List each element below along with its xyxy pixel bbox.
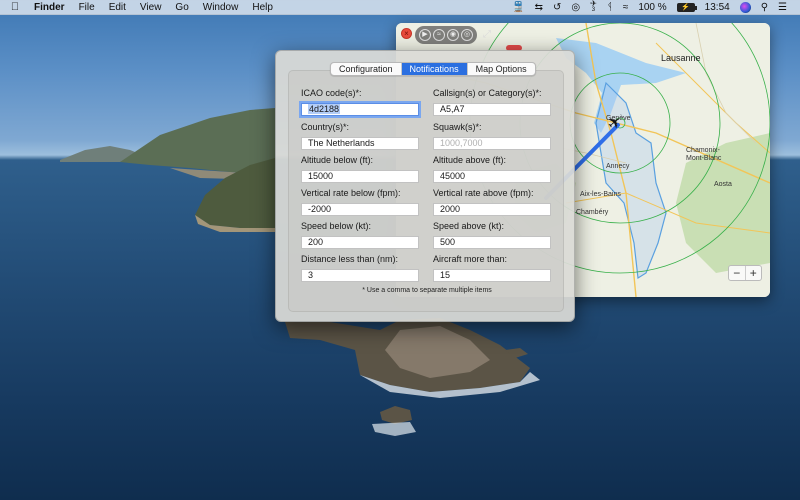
clock[interactable]: 13:54 bbox=[705, 0, 730, 15]
map-label-lausanne: Lausanne bbox=[661, 53, 701, 63]
flight-tracker-icon[interactable]: ✈ 3 bbox=[590, 0, 597, 14]
sync-icon[interactable]: ◎ bbox=[571, 0, 580, 15]
train-icon[interactable]: 🚆 bbox=[512, 0, 524, 15]
aircraft-count-input[interactable]: 15 bbox=[433, 269, 551, 282]
zoom-in-button[interactable]: + bbox=[746, 266, 762, 280]
notifications-form: ICAO code(s)*: 4d2188 Callsign(s) or Cat… bbox=[288, 70, 564, 312]
altitude-below-label: Altitude below (ft): bbox=[301, 155, 374, 165]
speed-above-label: Speed above (kt): bbox=[433, 221, 505, 231]
map-label-chamonix: Chamonix- Mont-Blanc bbox=[686, 147, 722, 162]
aircraft-count-label: Aircraft more than: bbox=[433, 254, 508, 264]
globe-icon[interactable]: ◎ bbox=[461, 29, 473, 41]
zoom-out-button[interactable]: − bbox=[729, 266, 746, 280]
menu-file[interactable]: File bbox=[73, 0, 103, 15]
apple-logo-icon[interactable]:  bbox=[0, 1, 30, 13]
spotlight-search-icon[interactable]: ⚲ bbox=[761, 0, 768, 15]
map-toolbar: ▶ ≈ ◉ ◎ bbox=[415, 26, 477, 44]
siri-icon[interactable] bbox=[739, 1, 751, 13]
country-label: Country(s)*: bbox=[301, 122, 350, 132]
tab-configuration[interactable]: Configuration bbox=[331, 63, 402, 75]
menu-window[interactable]: Window bbox=[197, 0, 247, 15]
flight-count-badge: 3 bbox=[591, 7, 596, 13]
layers-icon[interactable]: ◉ bbox=[447, 29, 459, 41]
menu-go[interactable]: Go bbox=[169, 0, 196, 15]
altitude-below-input[interactable]: 15000 bbox=[301, 170, 419, 183]
altitude-above-input[interactable]: 45000 bbox=[433, 170, 551, 183]
speed-below-input[interactable]: 200 bbox=[301, 236, 419, 249]
map-label-aosta: Aosta bbox=[714, 181, 732, 188]
network-activity-icon[interactable]: ⇆ bbox=[535, 0, 543, 15]
map-label-annecy: Annecy bbox=[606, 163, 630, 170]
bluetooth-icon[interactable]: ᛩ bbox=[607, 0, 613, 15]
callsign-label: Callsign(s) or Category(s)*: bbox=[433, 88, 542, 98]
notification-center-icon[interactable]: ☰ bbox=[778, 0, 787, 15]
icao-input[interactable]: 4d2188 bbox=[299, 101, 421, 118]
comma-hint: * Use a comma to separate multiple items bbox=[362, 287, 492, 294]
play-icon[interactable]: ▶ bbox=[419, 29, 431, 41]
icao-input-value: 4d2188 bbox=[308, 104, 341, 114]
wifi-icon[interactable]: ≈ bbox=[623, 0, 629, 15]
country-input[interactable]: The Netherlands bbox=[301, 137, 419, 150]
map-label-aix-les-bains: Aix-les-Bains bbox=[580, 191, 621, 198]
time-machine-icon[interactable]: ↺ bbox=[553, 0, 561, 15]
vertical-rate-below-label: Vertical rate below (fpm): bbox=[301, 188, 401, 198]
squawk-input[interactable]: 1000,7000 bbox=[433, 137, 551, 150]
menu-help[interactable]: Help bbox=[246, 0, 281, 15]
tab-map-options[interactable]: Map Options bbox=[468, 63, 535, 75]
menu-finder[interactable]: Finder bbox=[30, 0, 73, 15]
tab-notifications[interactable]: Notifications bbox=[401, 63, 468, 75]
speed-below-label: Speed below (kt): bbox=[301, 221, 372, 231]
vertical-rate-above-label: Vertical rate above (fpm): bbox=[433, 188, 534, 198]
chart-icon[interactable]: ≈ bbox=[433, 29, 445, 41]
callsign-input[interactable]: A5,A7 bbox=[433, 103, 551, 116]
distance-label: Distance less than (nm): bbox=[301, 254, 399, 264]
icao-label: ICAO code(s)*: bbox=[301, 88, 362, 98]
speed-above-input[interactable]: 500 bbox=[433, 236, 551, 249]
expand-icon[interactable]: ⤢ bbox=[483, 29, 491, 40]
battery-icon[interactable]: ⚡ bbox=[676, 2, 697, 12]
map-label-chambery: Chambéry bbox=[576, 209, 609, 216]
squawk-label: Squawk(s)*: bbox=[433, 122, 482, 132]
airplane-icon: ✈ bbox=[590, 0, 597, 8]
vertical-rate-above-input[interactable]: 2000 bbox=[433, 203, 551, 216]
menu-edit[interactable]: Edit bbox=[103, 0, 134, 15]
prefs-tab-bar: Configuration Notifications Map Options bbox=[330, 62, 536, 76]
preferences-panel: ICAO code(s)*: 4d2188 Callsign(s) or Cat… bbox=[275, 50, 575, 322]
menu-view[interactable]: View bbox=[134, 0, 170, 15]
vertical-rate-below-input[interactable]: -2000 bbox=[301, 203, 419, 216]
distance-input[interactable]: 3 bbox=[301, 269, 419, 282]
battery-percent[interactable]: 100 % bbox=[638, 0, 666, 15]
close-window-button[interactable]: × bbox=[401, 28, 412, 39]
altitude-above-label: Altitude above (ft): bbox=[433, 155, 507, 165]
zoom-control: − + bbox=[728, 265, 762, 281]
menu-bar:  Finder File Edit View Go Window Help 🚆… bbox=[0, 0, 800, 15]
